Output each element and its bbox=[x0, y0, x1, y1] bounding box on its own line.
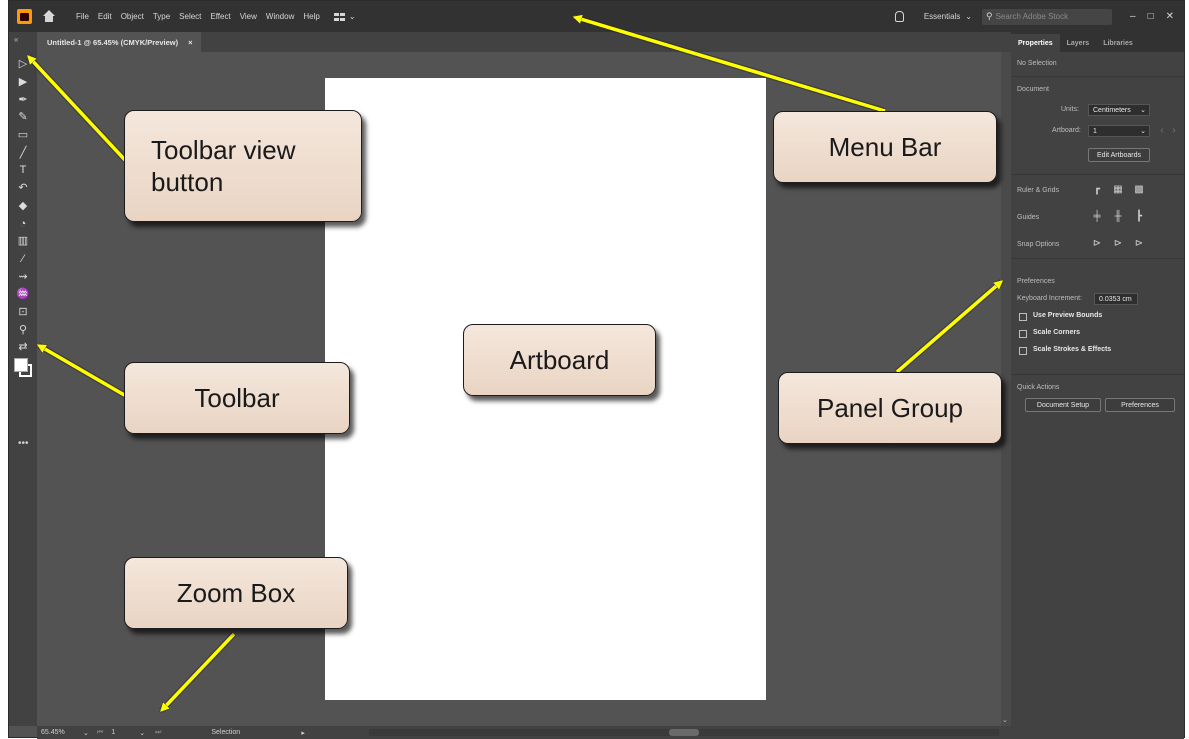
callout-menu-bar: Menu Bar bbox=[773, 111, 997, 183]
arrow-toolbar-view bbox=[28, 56, 127, 162]
callout-artboard: Artboard bbox=[463, 324, 656, 396]
callout-panel-group: Panel Group bbox=[778, 372, 1002, 444]
callout-toolbar: Toolbar bbox=[124, 362, 350, 434]
arrow-zoom-box bbox=[161, 632, 236, 711]
callout-toolbar-view-button: Toolbar view button bbox=[124, 110, 362, 222]
callout-zoom-box: Zoom Box bbox=[124, 557, 348, 629]
arrow-menu-bar bbox=[574, 17, 886, 113]
arrow-panel-group bbox=[895, 281, 1002, 374]
arrow-toolbar bbox=[38, 343, 127, 398]
